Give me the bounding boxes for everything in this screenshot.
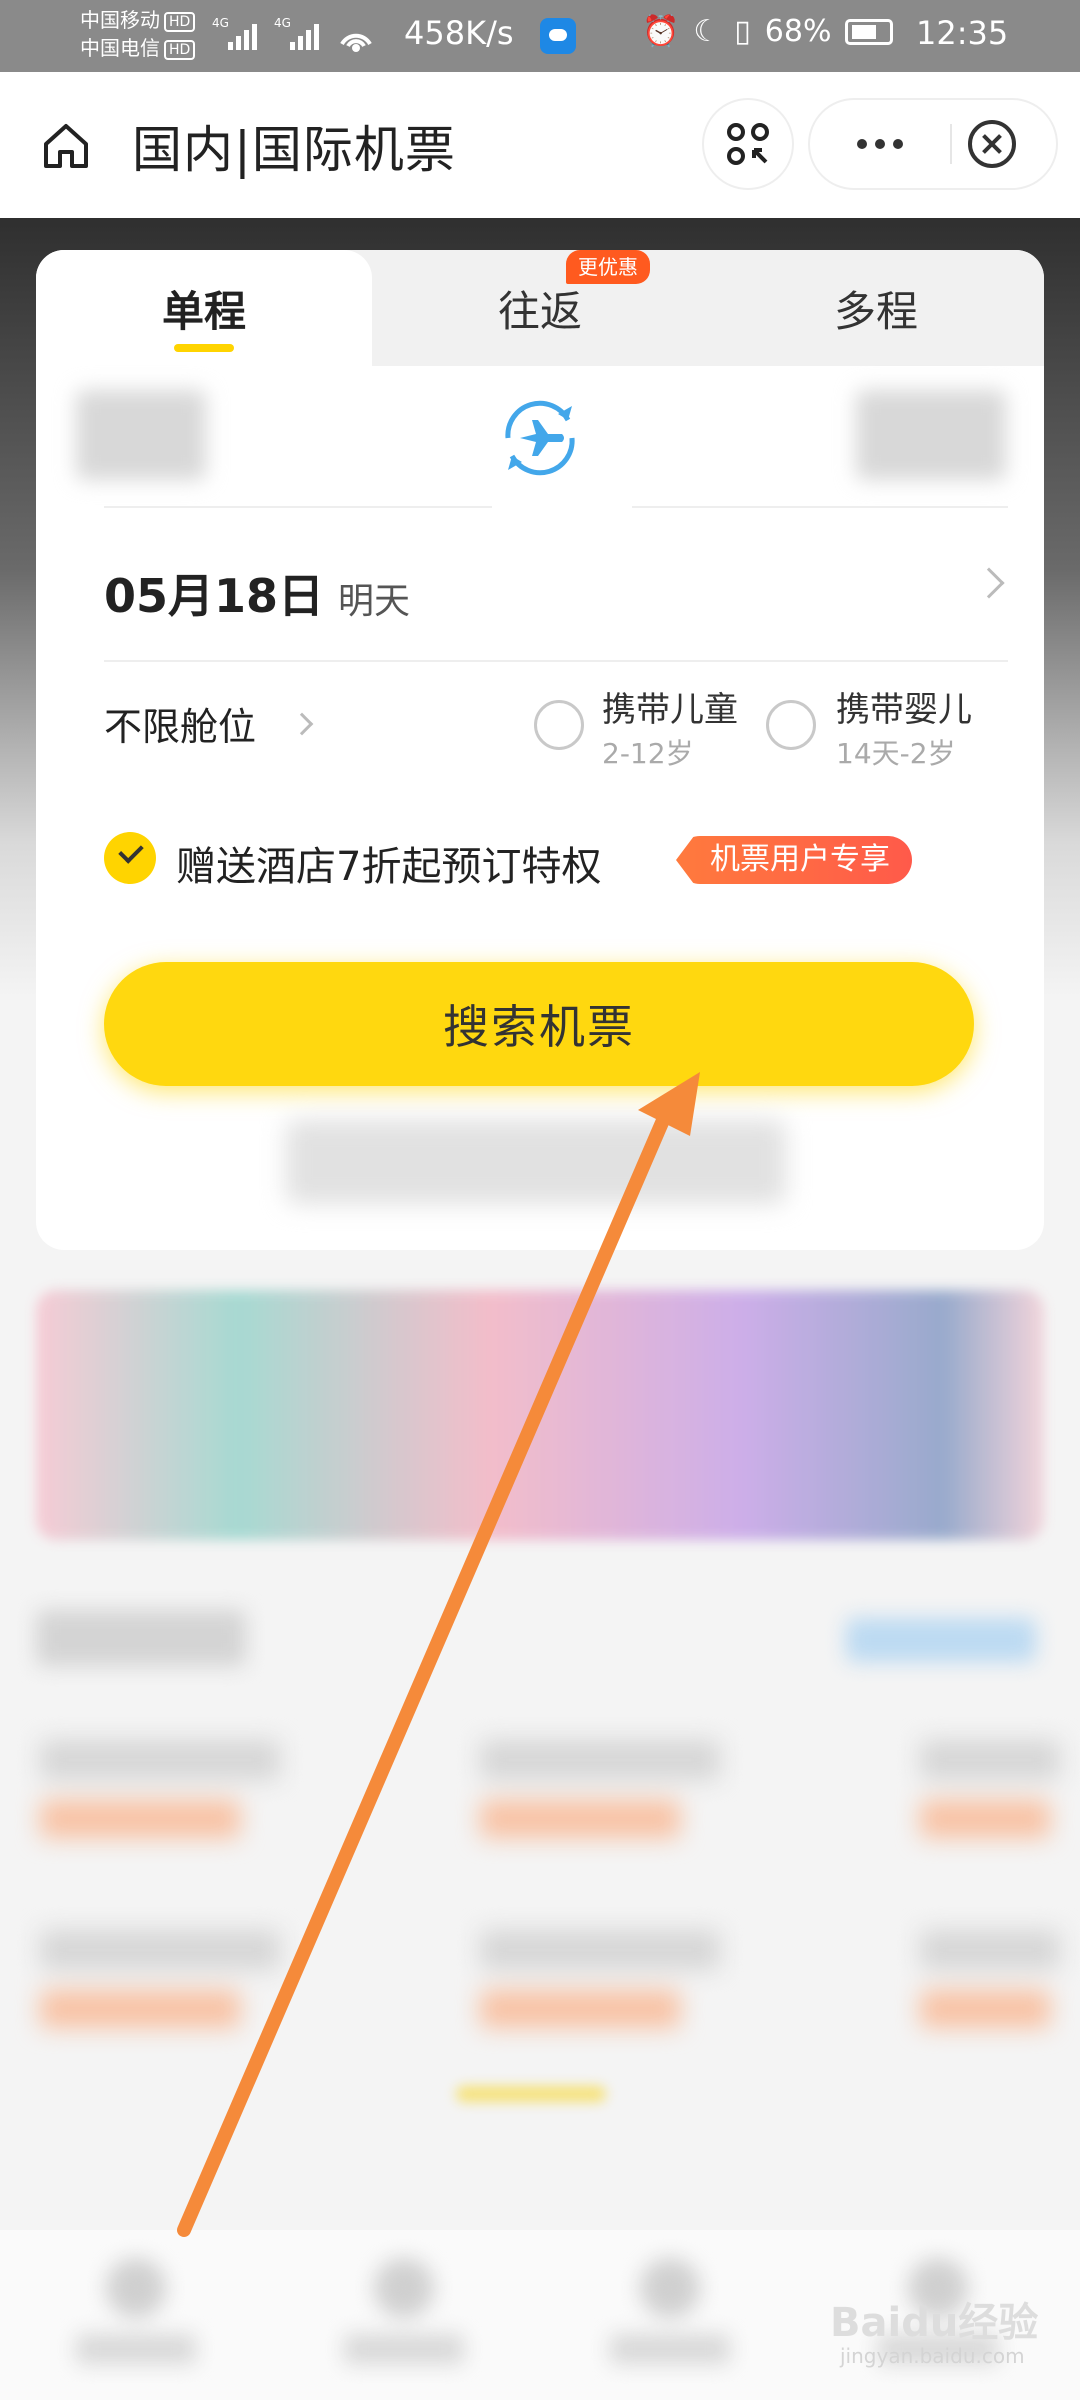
chevron-right-icon — [973, 567, 1005, 599]
departure-date: 05月18日 — [104, 569, 325, 623]
home-icon[interactable] — [40, 120, 92, 172]
promo-badge: 更优惠 — [566, 250, 650, 284]
tab-round-trip[interactable]: 往返 — [372, 250, 708, 366]
moon-icon: ☾ — [693, 14, 721, 49]
arrival-underline — [632, 506, 1008, 508]
hotel-offer-checkbox[interactable] — [104, 832, 156, 884]
watermark-logo: Baidu经验 — [830, 2300, 1039, 2346]
bottom-nav-item[interactable] — [600, 2258, 740, 2368]
arrival-city[interactable] — [856, 390, 1006, 480]
vibrate-icon: ▯ — [734, 14, 751, 49]
miniprogram-capsule — [810, 100, 1056, 188]
departure-underline — [104, 506, 492, 508]
status-bar: 中国移动 HD 中国电信 HD 4G 4G 458K/s ⏰ ☾ ▯ 68% 12:… — [0, 0, 1080, 72]
more-icon[interactable] — [810, 100, 950, 188]
net-speed: 458K/s — [404, 14, 514, 52]
booking-card: 单程 往返 多程 更优惠 05月18日 明天 不限舱位 携带儿童 2-12岁 携… — [36, 250, 1044, 1250]
departure-city[interactable] — [76, 390, 206, 480]
scan-icon — [727, 123, 769, 165]
nav-bar: 国内|国际机票 — [0, 72, 1080, 218]
bottom-nav-item[interactable] — [66, 2258, 206, 2368]
carrier-1: 中国移动 — [80, 8, 160, 32]
section-more-link[interactable] — [846, 1618, 1036, 1662]
clock: 12:35 — [916, 14, 1009, 52]
hotel-offer-text: 赠送酒店7折起预订特权 — [176, 844, 602, 890]
section-title — [36, 1610, 246, 1666]
route-card[interactable] — [40, 1930, 280, 2040]
network-tag: 4G — [212, 16, 229, 30]
date-relative: 明天 — [338, 581, 411, 622]
route-card[interactable] — [480, 1930, 720, 2040]
cabin-class-selector[interactable]: 不限舱位 — [104, 696, 256, 751]
weather-app-icon — [540, 18, 576, 54]
carrier-2: 中国电信 — [80, 36, 160, 60]
infant-label: 携带婴儿 — [836, 690, 972, 730]
tab-one-way[interactable]: 单程 — [36, 250, 372, 366]
infant-checkbox[interactable] — [766, 700, 816, 750]
chevron-right-icon — [290, 712, 314, 736]
swap-cities-icon[interactable] — [492, 390, 588, 486]
signal-icon-2: 4G — [274, 16, 319, 50]
bottom-nav-item[interactable] — [334, 2258, 474, 2368]
signal-icon: 4G — [212, 16, 257, 50]
member-tag: 机票用户专享 — [676, 836, 912, 884]
child-checkbox[interactable] — [534, 700, 584, 750]
wifi-icon — [340, 33, 372, 52]
tab-multi-city[interactable]: 多程 — [708, 250, 1044, 366]
carousel-indicator — [456, 2086, 606, 2102]
trip-type-tabs: 单程 往返 多程 更优惠 — [36, 250, 1044, 366]
capsule-divider — [950, 124, 952, 164]
carrier-info: 中国移动 HD 中国电信 HD — [80, 6, 196, 62]
battery-level: 68% — [764, 14, 832, 49]
route-card[interactable] — [920, 1740, 1060, 1850]
scan-button[interactable] — [704, 100, 792, 188]
route-card[interactable] — [480, 1740, 720, 1850]
battery-icon — [845, 18, 894, 45]
infant-age-hint: 14天-2岁 — [836, 737, 956, 770]
promo-banner[interactable] — [36, 1290, 1044, 1540]
route-card[interactable] — [40, 1740, 280, 1850]
date-selector[interactable]: 05月18日 明天 — [104, 550, 1008, 630]
network-tag-2: 4G — [274, 16, 291, 30]
hd-badge: HD — [164, 11, 196, 32]
child-age-hint: 2-12岁 — [602, 737, 694, 770]
system-icons: ⏰ ☾ ▯ 68% — [642, 14, 894, 49]
page-title: 国内|国际机票 — [132, 121, 456, 179]
route-card[interactable] — [920, 1930, 1060, 2040]
blurred-hint — [286, 1120, 786, 1204]
child-label: 携带儿童 — [602, 690, 738, 730]
alarm-icon: ⏰ — [642, 14, 680, 49]
close-icon[interactable] — [968, 120, 1016, 168]
divider — [104, 660, 1008, 662]
search-flights-button[interactable]: 搜索机票 — [104, 962, 974, 1086]
hd-badge-2: HD — [164, 39, 196, 60]
watermark-url: jingyan.baidu.com — [840, 2344, 1025, 2368]
